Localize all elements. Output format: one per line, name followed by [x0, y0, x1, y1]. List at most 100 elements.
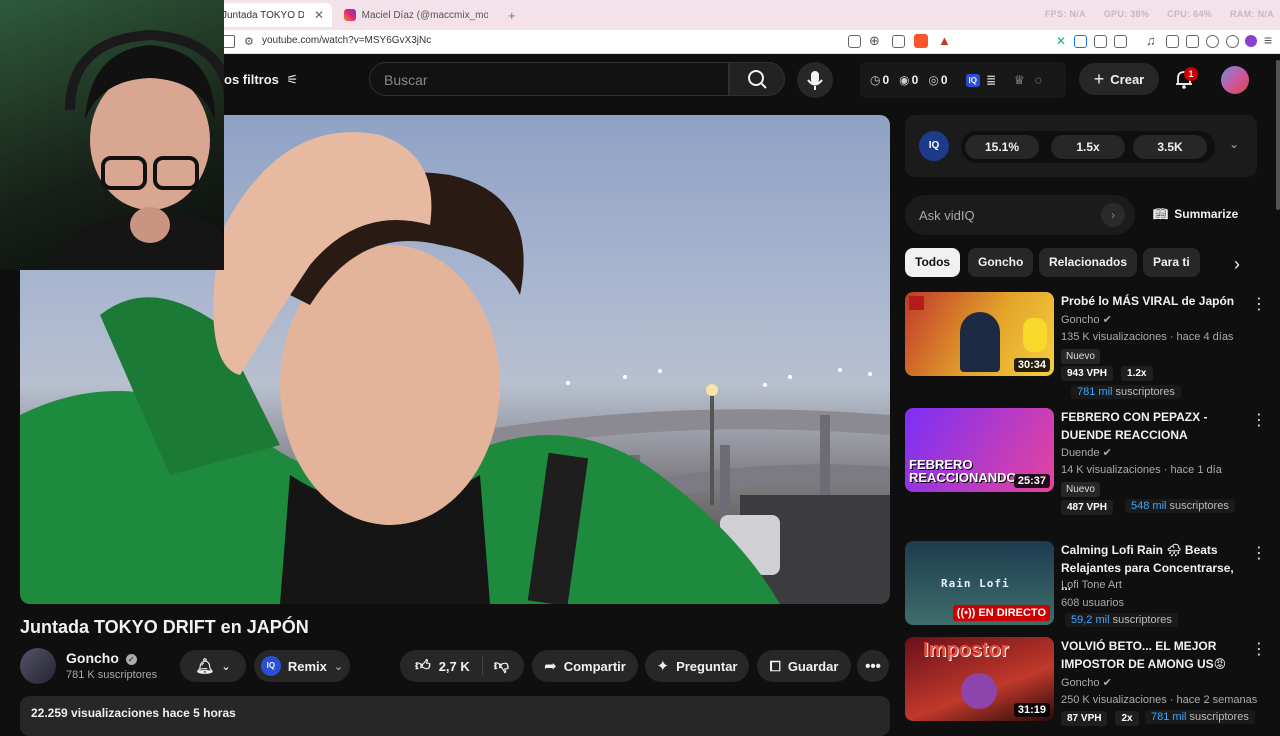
- close-tab-icon[interactable]: ✕: [314, 8, 324, 22]
- recommendation-item[interactable]: FEBRERO REACCIONANDO 25:37 FEBRERO CON P…: [905, 408, 1275, 518]
- multiplier-badge: 1.2x: [1121, 366, 1153, 381]
- zoom-icon[interactable]: ⊕: [869, 33, 880, 49]
- list-icon[interactable]: ≣: [986, 73, 996, 87]
- extension-stats-bar[interactable]: ◷ 0 ◉ 0 ◎ 0 IQ ≣ ♕ ◌: [860, 62, 1066, 98]
- save-button[interactable]: ⧠ Guardar: [757, 650, 851, 682]
- like-dislike-group: 👍︎ 2,7 K 👎︎: [400, 650, 524, 682]
- video-duration: 25:37: [1013, 474, 1050, 488]
- video-thumbnail[interactable]: Impostor 31:19: [905, 637, 1054, 721]
- recommendation-channel[interactable]: Duende ✔: [1061, 446, 1112, 459]
- vidiq-vph-row: 943 VPH 1.2x: [1061, 366, 1153, 381]
- leo-icon[interactable]: [1226, 35, 1239, 48]
- send-arrow-icon[interactable]: ›: [1101, 203, 1125, 227]
- tab-active[interactable]: Juntada TOKYO DRIFT en ✕: [214, 3, 332, 27]
- extensions-puzzle-icon[interactable]: [1094, 35, 1107, 48]
- live-badge: ((•)) EN DIRECTO: [952, 605, 1050, 621]
- install-app-icon[interactable]: [848, 35, 861, 48]
- vph-badge: 943 VPH: [1061, 366, 1114, 381]
- brave-shields-icon[interactable]: [914, 34, 928, 48]
- like-button[interactable]: 👍︎ 2,7 K: [415, 657, 483, 675]
- chip-relacionados[interactable]: Relacionados: [1039, 248, 1138, 277]
- vidiq-stats: 15.1% 1.5x 3.5K: [961, 131, 1215, 163]
- translate-icon[interactable]: [1074, 35, 1087, 48]
- vidiq-icon[interactable]: IQ: [965, 73, 980, 87]
- thumbs-down-icon[interactable]: 👎︎: [494, 657, 509, 675]
- subscriber-badge: 59,2 mil suscriptores: [1065, 613, 1178, 627]
- more-actions-button[interactable]: •••: [857, 650, 889, 682]
- more-vertical-icon[interactable]: ⋮: [1251, 543, 1267, 563]
- more-vertical-icon[interactable]: ⋮: [1251, 410, 1267, 430]
- vpn-icon[interactable]: [1206, 35, 1219, 48]
- share-icon[interactable]: [892, 35, 905, 48]
- bell-icon: 🔔︎: [195, 658, 215, 675]
- thumbnail-sign-decoration: [909, 296, 925, 310]
- eye-off-icon: ◎: [928, 73, 939, 87]
- tab-instagram[interactable]: Maciel Díaz (@maccmix_motovlog) -: [336, 3, 496, 27]
- share-arrow-icon: ➦: [544, 658, 557, 675]
- filters-button[interactable]: os filtros ⚟: [224, 72, 298, 88]
- menu-icon[interactable]: ≡: [1264, 32, 1272, 48]
- recommendation-item[interactable]: Rain Lofi ((•)) EN DIRECTO Calming Lofi …: [905, 541, 1275, 631]
- voice-search-button[interactable]: [797, 62, 833, 98]
- video-thumbnail[interactable]: 30:34: [905, 292, 1054, 376]
- recommendation-title[interactable]: FEBRERO CON PEPAZX - DUENDE REACCIONA: [1061, 408, 1246, 444]
- more-vertical-icon[interactable]: ⋮: [1251, 639, 1267, 659]
- remix-button[interactable]: IQ Remix ⌄: [254, 650, 350, 682]
- multiplier-badge: 2x: [1115, 711, 1139, 726]
- ask-vidiq-placeholder: Ask vidIQ: [919, 208, 975, 223]
- recommendation-channel[interactable]: Lofi Tone Art: [1061, 579, 1122, 591]
- site-info-icon[interactable]: ⚙: [244, 35, 254, 48]
- vidiq-stat: 15.1%: [965, 135, 1039, 159]
- ask-button[interactable]: ✦ Preguntar: [645, 650, 749, 682]
- more-vertical-icon[interactable]: ⋮: [1251, 294, 1267, 314]
- notifications-toggle-button[interactable]: 🔔︎ ⌄: [180, 650, 246, 682]
- rewards-icon[interactable]: ▲: [938, 33, 951, 48]
- chevron-right-icon[interactable]: ›: [1234, 254, 1240, 275]
- chat-icon[interactable]: ◌: [1035, 73, 1042, 87]
- screenshot-icon[interactable]: [1114, 35, 1127, 48]
- chip-goncho[interactable]: Goncho: [968, 248, 1034, 277]
- chip-para-ti[interactable]: Para ti: [1143, 248, 1200, 277]
- video-duration: 30:34: [1013, 358, 1050, 372]
- video-thumbnail[interactable]: FEBRERO REACCIONANDO 25:37: [905, 408, 1054, 492]
- recommendation-channel[interactable]: Goncho ✔: [1061, 313, 1112, 326]
- recommendation-item[interactable]: 30:34 Probé lo MÁS VIRAL de Japón Goncho…: [905, 292, 1275, 402]
- account-avatar[interactable]: [1221, 66, 1249, 94]
- url-field[interactable]: youtube.com/watch?v=MSY6GvX3jNc: [262, 35, 431, 46]
- page-scrollbar[interactable]: [1276, 60, 1280, 210]
- fps-readout: FPS: N/A: [1044, 9, 1086, 19]
- vidiq-stat: 1.5x: [1051, 135, 1125, 159]
- extension-icon[interactable]: ✕: [1056, 34, 1066, 48]
- recommendation-channel[interactable]: Goncho ✔: [1061, 676, 1112, 689]
- profile-icon[interactable]: [1245, 35, 1257, 47]
- recommendation-title[interactable]: VOLVIÓ BETO... EL MEJOR IMPOSTOR DE AMON…: [1061, 637, 1246, 673]
- search-button[interactable]: [729, 62, 785, 96]
- video-title: Juntada TOKYO DRIFT en JAPÓN: [20, 617, 309, 637]
- recommendation-meta: 135 K visualizaciones · hace 4 días: [1061, 331, 1234, 343]
- new-tab-button[interactable]: +: [500, 3, 524, 27]
- more-horizontal-icon: •••: [865, 657, 881, 675]
- channel-name[interactable]: Goncho ✓: [66, 650, 137, 666]
- ask-vidiq-input[interactable]: Ask vidIQ ›: [905, 195, 1135, 235]
- sidebar-icon[interactable]: [1166, 35, 1179, 48]
- video-thumbnail[interactable]: Rain Lofi ((•)) EN DIRECTO: [905, 541, 1054, 625]
- save-label: Guardar: [787, 658, 839, 674]
- chevron-down-icon[interactable]: ⌄: [1229, 137, 1239, 151]
- summarize-button[interactable]: 📖︎ Summarize: [1153, 207, 1238, 221]
- recommendation-meta: 250 K visualizaciones · hace 2 semanas: [1061, 694, 1258, 706]
- recommendation-title[interactable]: Probé lo MÁS VIRAL de Japón: [1061, 292, 1246, 310]
- chip-todos[interactable]: Todos: [905, 248, 961, 277]
- recommendation-item[interactable]: Impostor 31:19 VOLVIÓ BETO... EL MEJOR I…: [905, 637, 1275, 726]
- clock-icon: ◷: [870, 73, 881, 87]
- trophy-icon[interactable]: ♕: [1014, 73, 1025, 87]
- search-input[interactable]: Buscar: [384, 72, 428, 88]
- share-button[interactable]: ➦ Compartir: [532, 650, 638, 682]
- create-button[interactable]: + Crear: [1079, 63, 1159, 95]
- music-icon[interactable]: ♫: [1146, 33, 1156, 48]
- plus-icon: +: [1093, 68, 1105, 89]
- wallet-icon[interactable]: [1186, 35, 1199, 48]
- verified-icon: ✔: [1102, 677, 1112, 689]
- search-box[interactable]: Buscar: [369, 62, 729, 96]
- channel-avatar[interactable]: [20, 648, 56, 684]
- description-box[interactable]: 22.259 visualizaciones hace 5 horas: [20, 696, 890, 736]
